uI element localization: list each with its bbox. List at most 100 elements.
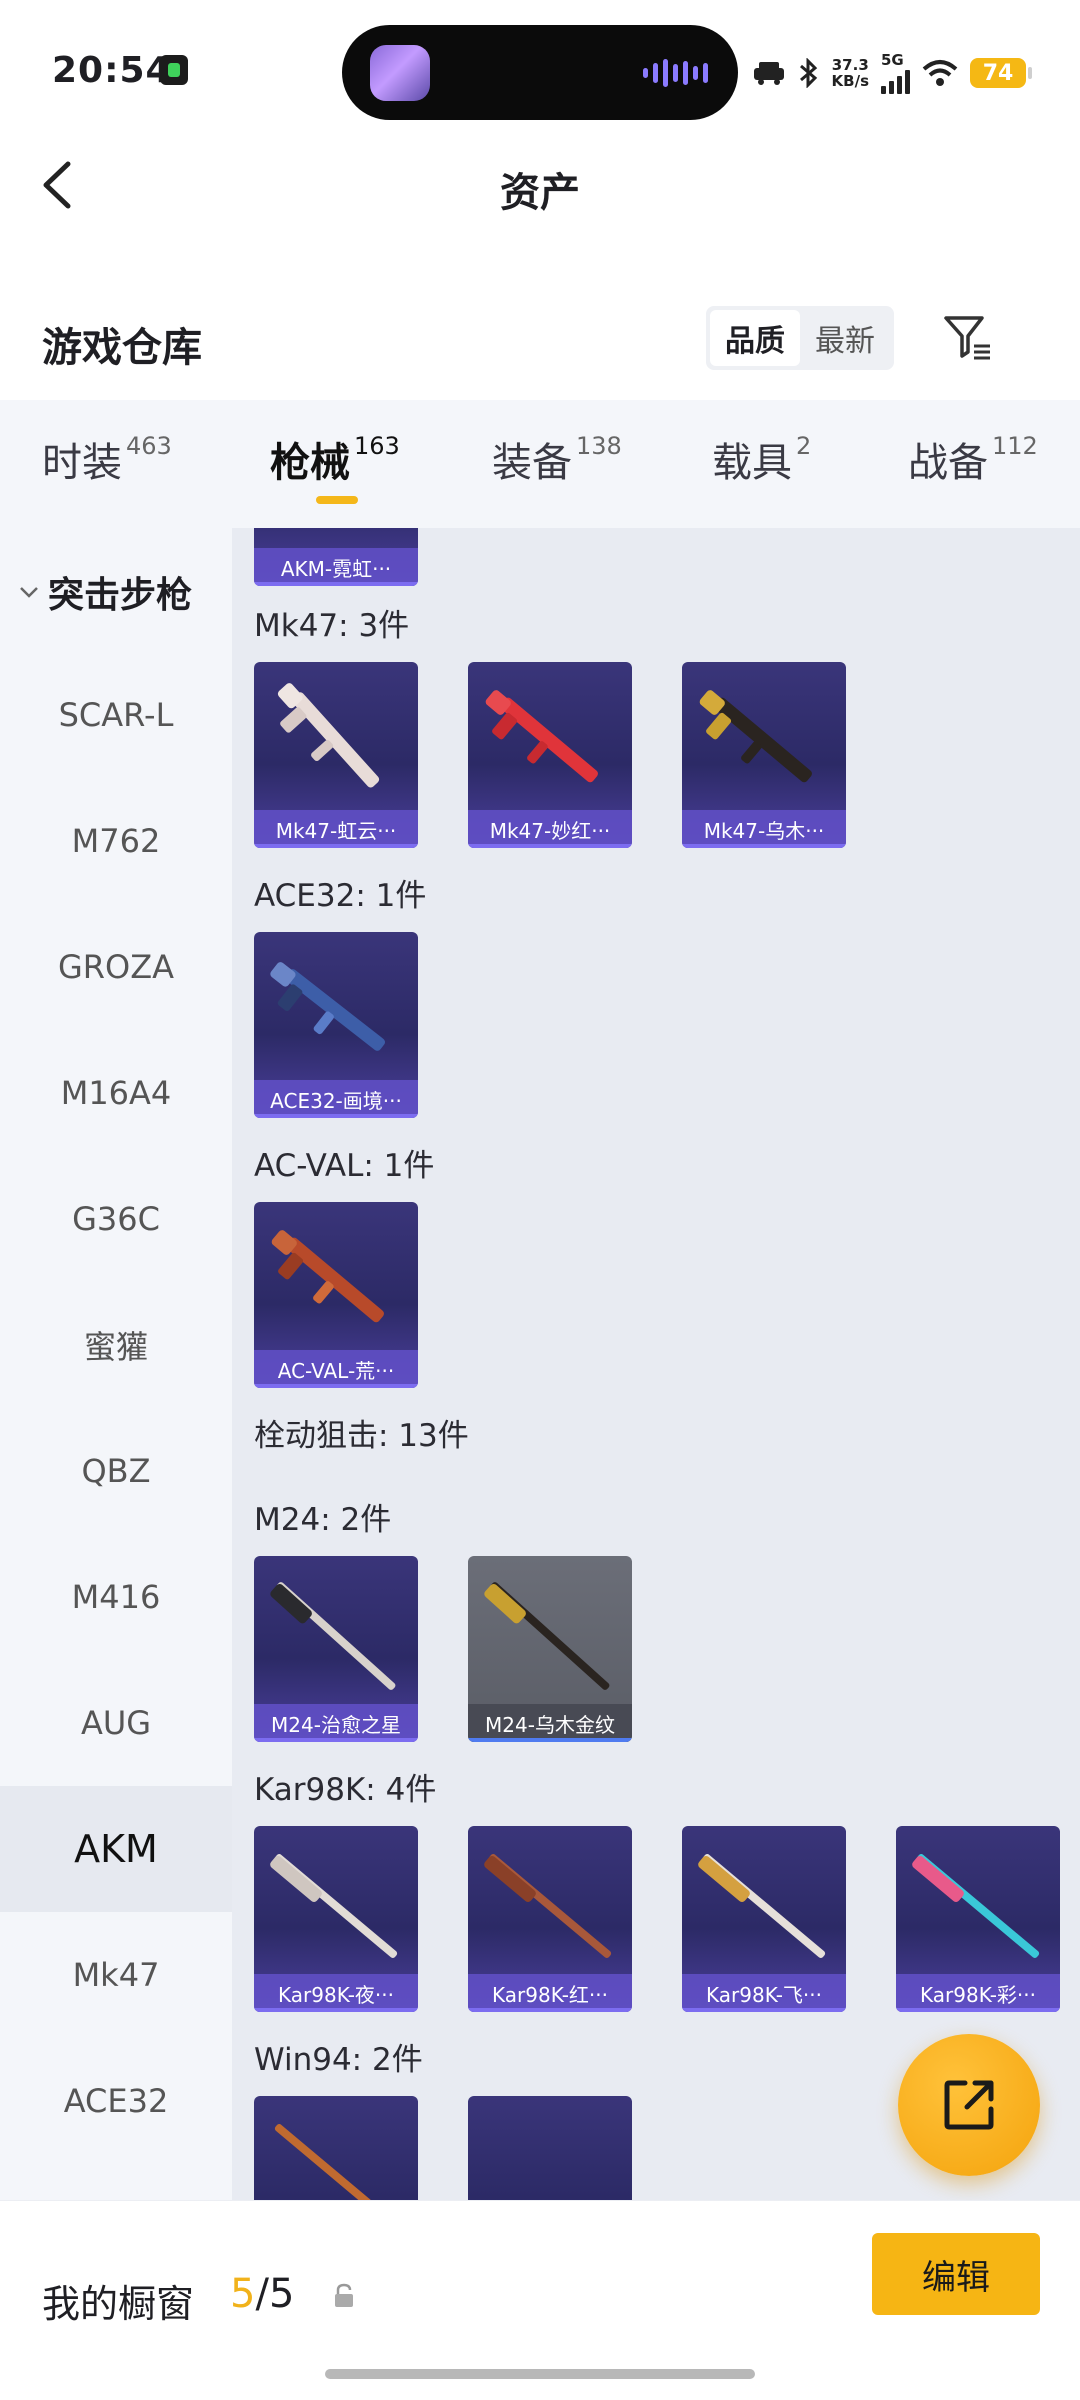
- car-icon: [753, 62, 784, 85]
- sidebar-item-ace32[interactable]: ACE32: [0, 2038, 232, 2164]
- skin-card-name: ACE32-画境···: [254, 1080, 418, 1118]
- section-label-win94: Win94: 2件: [254, 2042, 423, 2078]
- tab-fashion[interactable]: 时装 463: [42, 430, 172, 488]
- sidebar-category-assault-rifle[interactable]: 突击步枪: [18, 566, 192, 618]
- status-indicators: 37.3 KB/s 5G 74: [752, 52, 1032, 94]
- sidebar-item-mk47[interactable]: Mk47: [0, 1912, 232, 2038]
- skin-card[interactable]: Kar98K-彩···: [896, 1826, 1060, 2012]
- share-button[interactable]: [898, 2034, 1040, 2176]
- sniper-rifle-icon: [270, 1854, 398, 1958]
- tab-vehicles[interactable]: 载具 2: [712, 430, 811, 488]
- showcase-count-current: 5: [230, 2271, 256, 2317]
- sidebar-item-akm[interactable]: AKM: [0, 1786, 232, 1912]
- skin-card[interactable]: M24-乌木金纹: [468, 1556, 632, 1742]
- skin-card[interactable]: Mk47-妙红···: [468, 662, 632, 848]
- skin-card[interactable]: Mk47-虹云···: [254, 662, 418, 848]
- skin-card[interactable]: Mk47-乌木···: [682, 662, 846, 848]
- sniper-rifle-icon: [698, 1854, 826, 1958]
- skin-card[interactable]: ACE32-画境···: [254, 932, 418, 1118]
- page-title: 资产: [500, 170, 580, 216]
- sort-toggle[interactable]: 品质 最新: [706, 306, 894, 370]
- skin-card[interactable]: AKM-霓虹···: [254, 528, 418, 586]
- status-time: 20:54: [52, 50, 172, 91]
- share-icon: [944, 2080, 994, 2130]
- section-label-bolt-action: 栓动狙击: 13件: [254, 1418, 469, 1454]
- cellular-signal: 5G: [881, 52, 910, 94]
- rifle-icon: [485, 690, 598, 783]
- skin-card-name: Kar98K-夜···: [254, 1974, 418, 2012]
- sniper-rifle-icon: [484, 1582, 610, 1690]
- filter-icon[interactable]: [940, 310, 996, 366]
- music-cover-icon: [370, 45, 430, 101]
- sniper-rifle-icon: [270, 1582, 396, 1690]
- skin-card-name: Mk47-乌木···: [682, 810, 846, 848]
- notification-app-icon: [160, 55, 188, 85]
- tab-guns[interactable]: 枪械 163: [270, 430, 400, 488]
- sidebar-item-aug[interactable]: AUG: [0, 1660, 232, 1786]
- my-showcase-label: 我的橱窗: [42, 2282, 195, 2326]
- rifle-icon: [270, 962, 386, 1051]
- skin-list[interactable]: AKM-霓虹··· Mk47: 3件 Mk47-虹云··· Mk47-妙红···…: [232, 528, 1080, 2200]
- home-indicator[interactable]: [325, 2369, 755, 2379]
- section-label-m24: M24: 2件: [254, 1502, 392, 1538]
- skin-card-name: AKM-霓虹···: [254, 548, 418, 586]
- rifle-icon: [277, 683, 380, 788]
- skin-card-name: Mk47-妙红···: [468, 810, 632, 848]
- skin-card[interactable]: Kar98K-红···: [468, 1826, 632, 2012]
- sidebar-item-qbz[interactable]: QBZ: [0, 1408, 232, 1534]
- sidebar-category-label: 突击步枪: [48, 575, 193, 616]
- skin-card-name: AC-VAL-荒···: [254, 1350, 418, 1388]
- skin-card[interactable]: Kar98K-夜···: [254, 1826, 418, 2012]
- section-label-ace32: ACE32: 1件: [254, 878, 427, 914]
- skin-card[interactable]: Kar98K-飞···: [682, 1826, 846, 2012]
- showcase-count-separator: /: [255, 2271, 269, 2317]
- edit-button[interactable]: 编辑: [872, 2233, 1040, 2315]
- sidebar-item-m762[interactable]: M762: [0, 778, 232, 904]
- tab-supplies[interactable]: 战备 112: [908, 430, 1038, 488]
- chevron-down-icon: [20, 587, 38, 598]
- status-bar: 20:54 37.3 KB/s 5G 74: [0, 0, 1080, 140]
- sidebar-item-scar-l[interactable]: SCAR-L: [0, 652, 232, 778]
- section-label-ac-val: AC-VAL: 1件: [254, 1148, 435, 1184]
- skin-card-name: Kar98K-彩···: [896, 1974, 1060, 2012]
- skin-card[interactable]: AC-VAL-荒···: [254, 1202, 418, 1388]
- wifi-icon: [922, 60, 958, 86]
- bluetooth-icon: [799, 58, 817, 88]
- card-edge: [468, 1738, 632, 1742]
- skin-card[interactable]: [468, 2096, 632, 2200]
- sniper-rifle-icon: [484, 1854, 612, 1958]
- skin-card[interactable]: M24-治愈之星: [254, 1556, 418, 1742]
- sort-quality[interactable]: 品质: [710, 310, 800, 366]
- skin-card-name: Mk47-虹云···: [254, 810, 418, 848]
- rifle-icon: [699, 690, 812, 783]
- sniper-rifle-icon: [274, 2124, 398, 2200]
- sidebar-item-honey-badger[interactable]: 蜜獾: [0, 1282, 232, 1408]
- category-tabs: 时装 463 枪械 163 装备 138 载具 2 战备 112: [0, 400, 1080, 528]
- section-label-mk47: Mk47: 3件: [254, 608, 410, 644]
- skin-card-name: M24-乌木金纹: [468, 1704, 632, 1742]
- sidebar-item-g36c[interactable]: G36C: [0, 1156, 232, 1282]
- net-speed: 37.3 KB/s: [831, 56, 869, 90]
- skin-card-name: Kar98K-飞···: [682, 1974, 846, 2012]
- sidebar-item-m16a4[interactable]: M16A4: [0, 1030, 232, 1156]
- card-edge: [254, 1114, 418, 1118]
- sort-newest[interactable]: 最新: [800, 310, 890, 366]
- card-edge: [468, 2008, 632, 2012]
- showcase-count-total: 5: [268, 2271, 295, 2317]
- sidebar-item-groza[interactable]: GROZA: [0, 904, 232, 1030]
- sniper-rifle-icon: [912, 1854, 1040, 1958]
- card-edge: [682, 844, 846, 848]
- weapon-sidebar[interactable]: 突击步枪 SCAR-L M762 GROZA M16A4 G36C 蜜獾 QBZ…: [0, 528, 232, 2200]
- audio-wave-icon: [643, 59, 708, 87]
- card-edge: [468, 844, 632, 848]
- skin-card[interactable]: [254, 2096, 418, 2200]
- network-type: 5G: [881, 51, 904, 69]
- rifle-icon: [271, 1230, 384, 1323]
- dynamic-island[interactable]: [342, 25, 738, 120]
- card-edge: [254, 1738, 418, 1742]
- tab-equipment[interactable]: 装备 138: [492, 430, 622, 488]
- card-edge: [896, 2008, 1060, 2012]
- card-edge: [254, 582, 418, 586]
- sidebar-item-m416[interactable]: M416: [0, 1534, 232, 1660]
- lock-icon: [335, 2283, 353, 2307]
